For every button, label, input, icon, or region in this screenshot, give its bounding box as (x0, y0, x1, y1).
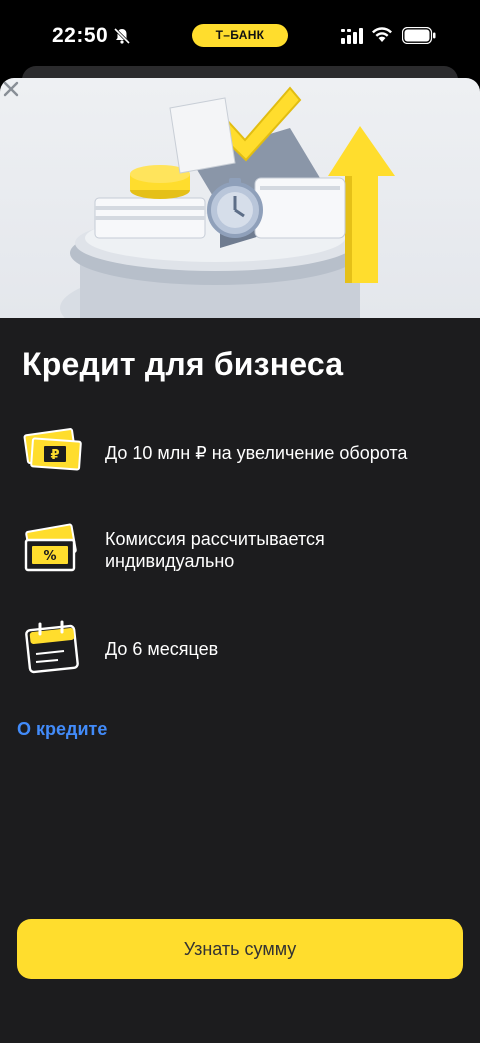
bell-slash-icon (113, 27, 131, 45)
about-credit-link[interactable]: О кредите (17, 719, 107, 740)
calendar-icon (25, 620, 79, 674)
feature-commission-text: Комиссия рассчитывается индивидуально (105, 529, 325, 571)
find-out-amount-button[interactable]: Узнать сумму (17, 919, 463, 979)
wifi-icon (372, 27, 392, 42)
status-time: 22:50 (52, 24, 109, 47)
feature-turnover-text: До 10 млн ₽ на увеличение оборота (105, 443, 408, 463)
feature-turnover: ₽ До 10 млн ₽ на увеличение оборота (18, 420, 468, 490)
sheet-title: Кредит для бизнеса (22, 346, 344, 382)
svg-text:₽: ₽ (50, 448, 59, 463)
credit-bottom-sheet: Кредит для бизнеса ₽ До 10 млн ₽ на увел… (0, 78, 480, 1043)
signal-icon (341, 28, 363, 44)
feature-term: До 6 месяцев (18, 616, 468, 686)
svg-text:%: % (43, 549, 56, 564)
close-icon[interactable] (0, 78, 22, 100)
feature-commission: % Комиссия рассчитывается индивидуально (18, 518, 468, 588)
money-ruble-icon: ₽ (23, 428, 82, 471)
business-credit-illustration (60, 86, 395, 318)
status-bar: 22:50 Т–БАНК (0, 0, 480, 72)
bank-badge: Т–БАНК (192, 24, 288, 47)
hero-illustration (0, 78, 480, 318)
battery-icon (402, 27, 436, 44)
percent-card-icon: % (24, 523, 77, 572)
feature-term-text: До 6 месяцев (105, 639, 219, 659)
